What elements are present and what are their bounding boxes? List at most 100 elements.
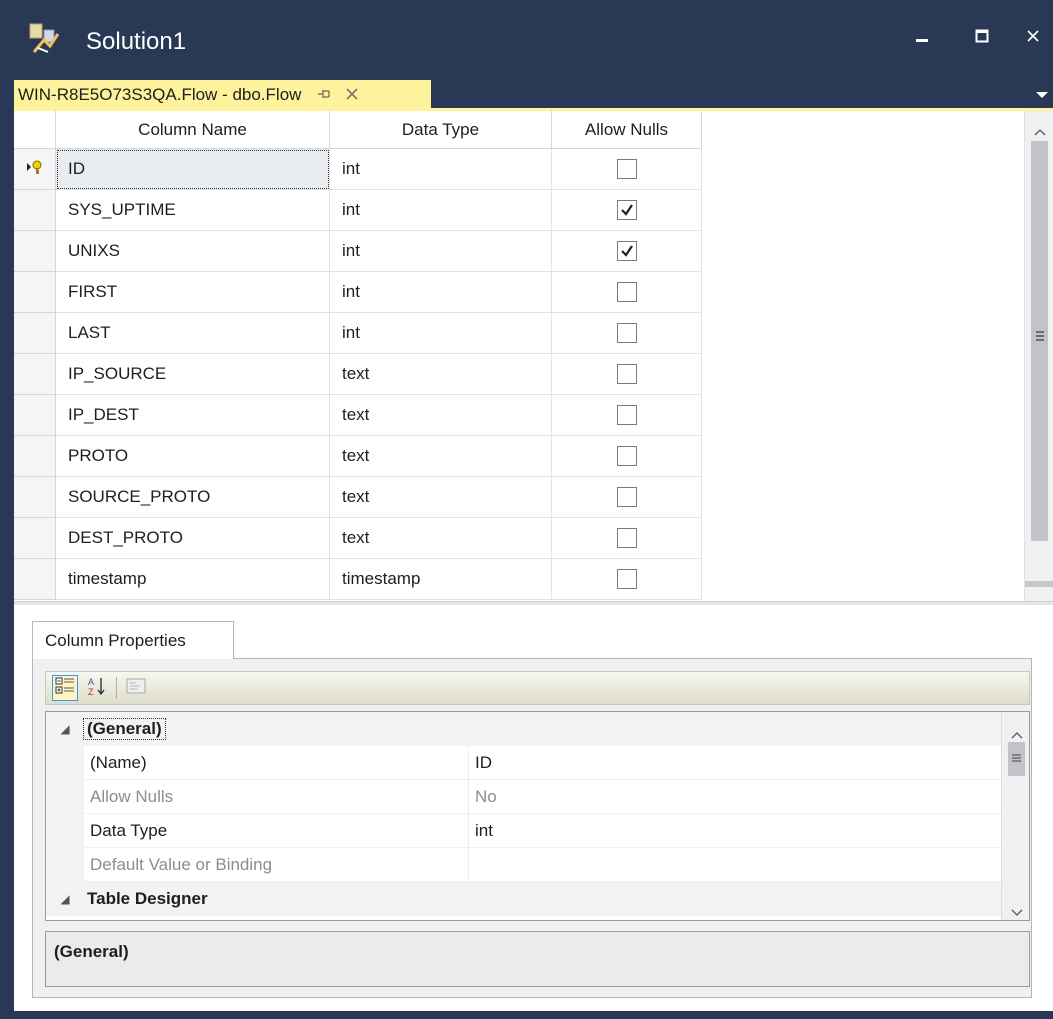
category-label: Table Designer bbox=[87, 889, 208, 908]
table-row[interactable]: IP_SOURCE text bbox=[14, 354, 702, 395]
allow-nulls-cell bbox=[552, 354, 702, 395]
property-grid-scrollbar[interactable] bbox=[1001, 712, 1029, 920]
property-category[interactable]: ◢ Table Designer bbox=[46, 882, 1001, 916]
collapse-icon[interactable]: ◢ bbox=[46, 722, 84, 736]
property-grid: ◢ (General) (Name) ID Allow Nulls No Data Type… bbox=[45, 711, 1030, 921]
property-value[interactable]: int bbox=[469, 814, 1001, 848]
checkmark-icon bbox=[620, 245, 633, 257]
table-row[interactable]: PROTO text bbox=[14, 436, 702, 477]
scroll-up-icon[interactable] bbox=[1034, 121, 1046, 141]
row-selector[interactable] bbox=[14, 313, 56, 354]
collapse-icon[interactable]: ◢ bbox=[46, 892, 84, 906]
allow-nulls-checkbox[interactable] bbox=[616, 569, 637, 589]
property-category[interactable]: ◢ (General) bbox=[46, 712, 1001, 746]
column-name-cell[interactable]: SOURCE_PROTO bbox=[56, 477, 330, 518]
scroll-thumb[interactable] bbox=[1008, 742, 1025, 776]
pin-icon[interactable] bbox=[317, 87, 331, 103]
scroll-up-icon[interactable] bbox=[1011, 724, 1023, 744]
data-type-cell[interactable]: int bbox=[330, 231, 552, 272]
data-type-cell[interactable]: text bbox=[330, 477, 552, 518]
data-type-cell[interactable]: text bbox=[330, 395, 552, 436]
data-type-cell[interactable]: int bbox=[330, 149, 552, 190]
table-row[interactable]: timestamp timestamp bbox=[14, 559, 702, 600]
columns-grid: Column Name Data Type Allow Nulls ID int S… bbox=[14, 111, 1024, 601]
column-properties-area: Column Properties AZ ◢ (General) (Name) … bbox=[14, 605, 1053, 1011]
table-row[interactable]: IP_DEST text bbox=[14, 395, 702, 436]
header-allow-nulls[interactable]: Allow Nulls bbox=[552, 111, 702, 149]
allow-nulls-checkbox[interactable] bbox=[616, 323, 637, 343]
allow-nulls-checkbox[interactable] bbox=[616, 446, 637, 466]
property-pages-button[interactable] bbox=[123, 675, 149, 701]
property-value[interactable]: No bbox=[469, 780, 1001, 814]
row-selector[interactable] bbox=[14, 477, 56, 518]
maximize-button[interactable] bbox=[960, 18, 1004, 58]
property-row[interactable]: Default Value or Binding bbox=[46, 848, 1001, 882]
allow-nulls-checkbox[interactable] bbox=[616, 241, 637, 261]
allow-nulls-checkbox[interactable] bbox=[616, 200, 637, 220]
column-name-cell[interactable]: FIRST bbox=[56, 272, 330, 313]
allow-nulls-checkbox[interactable] bbox=[616, 405, 637, 425]
column-name-cell[interactable]: IP_SOURCE bbox=[56, 354, 330, 395]
allow-nulls-cell bbox=[552, 477, 702, 518]
row-selector[interactable] bbox=[14, 190, 56, 231]
tab-column-properties[interactable]: Column Properties bbox=[32, 621, 234, 659]
minimize-button[interactable] bbox=[900, 18, 944, 58]
column-name-cell[interactable]: UNIXS bbox=[56, 231, 330, 272]
tab-close-icon[interactable] bbox=[345, 85, 359, 106]
property-row[interactable]: (Name) ID bbox=[46, 746, 1001, 780]
allow-nulls-checkbox[interactable] bbox=[616, 159, 637, 179]
column-name-cell[interactable]: SYS_UPTIME bbox=[56, 190, 330, 231]
row-selector[interactable] bbox=[14, 518, 56, 559]
data-type-cell[interactable]: text bbox=[330, 518, 552, 559]
table-row[interactable]: SOURCE_PROTO text bbox=[14, 477, 702, 518]
allow-nulls-checkbox[interactable] bbox=[616, 487, 637, 507]
row-selector-header[interactable] bbox=[14, 111, 56, 149]
data-type-cell[interactable]: timestamp bbox=[330, 559, 552, 600]
scroll-down-icon[interactable] bbox=[1011, 902, 1023, 920]
row-selector[interactable] bbox=[14, 231, 56, 272]
table-row[interactable]: ID int bbox=[14, 149, 702, 190]
close-button[interactable] bbox=[1012, 18, 1053, 58]
document-tab[interactable]: WIN-R8E5O73S3QA.Flow - dbo.Flow bbox=[14, 80, 431, 110]
allow-nulls-checkbox[interactable] bbox=[616, 528, 637, 548]
column-name-cell[interactable]: timestamp bbox=[56, 559, 330, 600]
data-type-cell[interactable]: text bbox=[330, 436, 552, 477]
row-selector[interactable] bbox=[14, 149, 56, 190]
table-row[interactable]: FIRST int bbox=[14, 272, 702, 313]
table-row[interactable]: UNIXS int bbox=[14, 231, 702, 272]
grid-header: Column Name Data Type Allow Nulls bbox=[14, 111, 702, 149]
column-name-cell[interactable]: LAST bbox=[56, 313, 330, 354]
alphabetical-button[interactable]: AZ bbox=[84, 675, 110, 701]
table-row[interactable]: SYS_UPTIME int bbox=[14, 190, 702, 231]
category-label: (General) bbox=[83, 718, 166, 740]
allow-nulls-cell bbox=[552, 313, 702, 354]
column-name-cell[interactable]: PROTO bbox=[56, 436, 330, 477]
tab-overflow-icon[interactable] bbox=[1036, 92, 1048, 98]
row-selector[interactable] bbox=[14, 559, 56, 600]
property-value[interactable]: ID bbox=[469, 746, 1001, 780]
row-selector[interactable] bbox=[14, 395, 56, 436]
property-value[interactable] bbox=[469, 848, 1001, 882]
property-row[interactable]: Allow Nulls No bbox=[46, 780, 1001, 814]
column-name-cell[interactable]: DEST_PROTO bbox=[56, 518, 330, 559]
row-selector[interactable] bbox=[14, 436, 56, 477]
table-row[interactable]: LAST int bbox=[14, 313, 702, 354]
allow-nulls-checkbox[interactable] bbox=[616, 364, 637, 384]
minimize-icon bbox=[915, 28, 929, 48]
header-data-type[interactable]: Data Type bbox=[330, 111, 552, 149]
column-name-cell[interactable]: ID bbox=[56, 149, 330, 190]
grid-scrollbar[interactable] bbox=[1024, 111, 1053, 601]
table-row[interactable]: DEST_PROTO text bbox=[14, 518, 702, 559]
data-type-cell[interactable]: int bbox=[330, 272, 552, 313]
categorized-button[interactable] bbox=[52, 675, 78, 701]
row-selector[interactable] bbox=[14, 272, 56, 313]
data-type-cell[interactable]: text bbox=[330, 354, 552, 395]
property-row[interactable]: Data Type int bbox=[46, 814, 1001, 848]
allow-nulls-checkbox[interactable] bbox=[616, 282, 637, 302]
data-type-cell[interactable]: int bbox=[330, 313, 552, 354]
row-selector[interactable] bbox=[14, 354, 56, 395]
data-type-cell[interactable]: int bbox=[330, 190, 552, 231]
scroll-thumb[interactable] bbox=[1031, 141, 1048, 541]
header-column-name[interactable]: Column Name bbox=[56, 111, 330, 149]
column-name-cell[interactable]: IP_DEST bbox=[56, 395, 330, 436]
